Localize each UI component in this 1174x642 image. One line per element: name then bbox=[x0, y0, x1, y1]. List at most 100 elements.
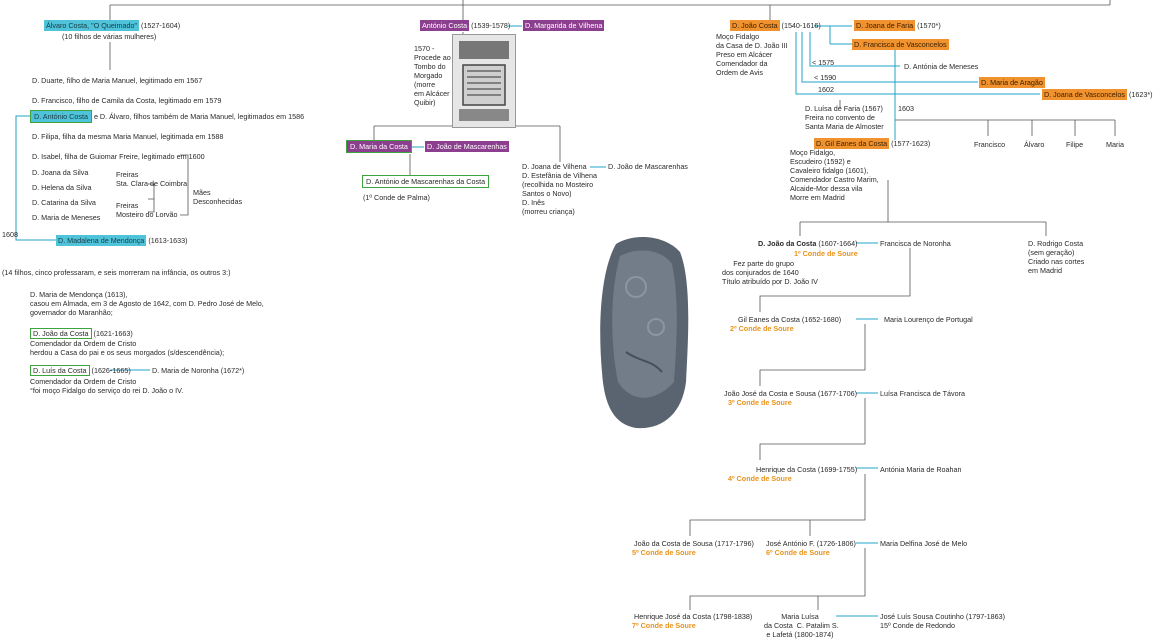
joao3-note: Moço Fidalgo da Casa de D. João III Pres… bbox=[716, 32, 788, 77]
maria-costa-node: D. Maria da Costa bbox=[346, 140, 412, 153]
jose6-spouse: Maria Delfina José de Melo bbox=[880, 539, 968, 548]
henrique4-name: Henrique da Costa (1699-1755) bbox=[756, 465, 858, 474]
joao-note: Comendador da Ordem de Cristo herdou a C… bbox=[30, 339, 225, 357]
antonio-mascarenhas-name: D. António de Mascarenhas da Costa bbox=[362, 175, 490, 188]
doc-note: 1570 - Procede ao Tombo do Morgado (morr… bbox=[414, 44, 451, 107]
rodrigo-costa: D. Rodrigo Costa (sem geração) Criado na… bbox=[1028, 239, 1085, 275]
joao3-dates: (1540-1616) bbox=[781, 21, 821, 30]
luis-name: D. Luís da Costa bbox=[30, 365, 90, 376]
year-1608: 1608 bbox=[2, 230, 18, 239]
kid-maria: Maria bbox=[1106, 140, 1124, 149]
joana-faria-name: D. Joana de Faria bbox=[854, 20, 916, 31]
freiras-coimbra: Freiras Sta. Clara de Coimbra bbox=[116, 170, 188, 188]
luis-dates: (1626-1665) bbox=[91, 366, 131, 375]
catarina-silva: D. Catarina da Silva bbox=[32, 198, 96, 207]
helena-silva: D. Helena da Silva bbox=[32, 183, 92, 192]
antonio-mascarenhas-node: D. António de Mascarenhas da Costa bbox=[362, 175, 490, 188]
conde-palma: (1º Conde de Palma) bbox=[363, 193, 430, 202]
gil2-spouse: Maria Lourenço de Portugal bbox=[884, 315, 973, 324]
joana-faria-dates: (1570*) bbox=[917, 21, 941, 30]
francisco-entry: D. Francisco, filho de Camila da Costa, … bbox=[32, 96, 222, 105]
maes-desconhecidas: Mães Desconhecidas bbox=[193, 188, 243, 206]
joana-vasc-dates: (1623*) bbox=[1128, 90, 1153, 99]
joao5-title: 5º Conde de Soure bbox=[632, 548, 696, 557]
y1602: 1602 bbox=[818, 85, 834, 94]
joana-vasc-node: D. Joana de Vasconcelos (1623*) bbox=[1042, 89, 1153, 100]
antonio-costa-node: António Costa (1539-1578) bbox=[420, 20, 511, 31]
joana-silva: D. Joana da Silva bbox=[32, 168, 89, 177]
henrique7-title: 7º Conde de Soure bbox=[632, 621, 696, 630]
luis-costa-node: D. Luís da Costa (1626-1665) bbox=[30, 365, 131, 376]
alvaro-name: Álvaro Costa, "O Queimado" bbox=[44, 20, 139, 31]
madalena-name: D. Madalena de Mendonça bbox=[56, 235, 147, 246]
margarida-name: D. Margarida de Vilhena bbox=[523, 20, 605, 31]
francisca-node: D. Francisca de Vasconcelos bbox=[852, 39, 949, 50]
antonio-entry: D. António Costa e D. Álvaro, filhos tam… bbox=[30, 110, 305, 123]
maria-aragao-node: D. Maria de Aragão bbox=[979, 77, 1045, 88]
document-image bbox=[452, 34, 516, 128]
joao3-name: D. João Costa bbox=[730, 20, 780, 31]
jose6-title: 6º Conde de Soure bbox=[766, 548, 830, 557]
joao3b-name: João José da Costa e Sousa (1677-1706) bbox=[724, 389, 858, 398]
antonia-meneses: D. Antónia de Meneses bbox=[904, 62, 979, 71]
filipa-entry: D. Filipa, filha da mesma Maria Manuel, … bbox=[32, 132, 224, 141]
gil-note: Moço Fidalgo, Escudeiro (1592) e Cavalei… bbox=[790, 148, 879, 202]
joao-costa-node: D. João da Costa (1621-1663) bbox=[30, 328, 133, 339]
maria-luisa: Maria Luísa da Costa C. Patalim S. e Laf… bbox=[764, 612, 839, 639]
kid-francisco: Francisco bbox=[974, 140, 1006, 149]
henrique4-spouse: Antónia Maria de Roahan bbox=[880, 465, 962, 474]
henrique4-title: 4º Conde de Soure bbox=[728, 474, 792, 483]
madalena-node: D. Madalena de Mendonça (1613-1633) bbox=[56, 235, 188, 246]
maria-mendonca: D. Maria de Mendonça (1613), casou em Al… bbox=[30, 290, 264, 317]
maria-meneses: D. Maria de Meneses bbox=[32, 213, 101, 222]
joana-spouse: D. João de Mascarenhas bbox=[608, 162, 688, 171]
kid-alvaro: Álvaro bbox=[1024, 140, 1045, 149]
isabel-entry: D. Isabel, filha de Guiomar Freire, legi… bbox=[32, 152, 205, 161]
alvaro-dates: (1527-1604) bbox=[141, 21, 181, 30]
henrique7-name: Henrique José da Costa (1798-1838) bbox=[634, 612, 753, 621]
gil-dates: (1577-1623) bbox=[891, 139, 931, 148]
joao-mascarenhas-name: D. João de Mascarenhas bbox=[425, 141, 509, 152]
maria-costa-name: D. Maria da Costa bbox=[346, 140, 412, 153]
joao3b-title: 3º Conde de Soure bbox=[728, 398, 792, 407]
joao1-node: D. João da Costa (1607-1664) bbox=[758, 239, 857, 248]
luis-spouse: D. Maria de Noronha (1672*) bbox=[152, 366, 245, 375]
joana-faria-node: D. Joana de Faria (1570*) bbox=[854, 20, 941, 31]
maria-aragao-name: D. Maria de Aragão bbox=[979, 77, 1045, 88]
stone-image bbox=[596, 232, 692, 434]
filhos-note: (14 filhos, cinco professaram, e seis mo… bbox=[2, 268, 231, 277]
y1603: 1603 bbox=[898, 104, 914, 113]
luis-note: Comendador da Ordem de Cristo °foi moço … bbox=[30, 377, 184, 395]
lt1575: < 1575 bbox=[812, 58, 835, 67]
joao1-title: 1º Conde de Soure bbox=[794, 249, 858, 258]
joana-vasc-name: D. Joana de Vasconcelos bbox=[1042, 89, 1127, 100]
joao3b-spouse: Luísa Francisca de Távora bbox=[880, 389, 965, 398]
madalena-dates: (1613-1633) bbox=[148, 236, 188, 245]
joao1-name: D. João da Costa bbox=[758, 239, 817, 248]
joao-costa3-node: D. João Costa (1540-1616) bbox=[730, 20, 821, 31]
joao-dates: (1621-1663) bbox=[93, 329, 133, 338]
duarte-entry: D. Duarte, filho de Maria Manuel, legiti… bbox=[32, 76, 203, 85]
alvaro-costa-node: Álvaro Costa, "O Queimado" (1527-1604) bbox=[44, 20, 181, 31]
francisca-name: D. Francisca de Vasconcelos bbox=[852, 39, 949, 50]
joao-mascarenhas-node: D. João de Mascarenhas bbox=[425, 141, 509, 152]
freiras-lorvao: Freiras Mosteiro do Lorvão bbox=[116, 201, 178, 219]
antonio-name: D. António Costa bbox=[30, 110, 92, 123]
margarida-node: D. Margarida de Vilhena bbox=[523, 20, 605, 31]
kid-filipe: Filipe bbox=[1066, 140, 1084, 149]
joao1-spouse: Francisca de Noronha bbox=[880, 239, 951, 248]
jose-luis: José Luís Sousa Coutinho (1797-1863) 15º… bbox=[880, 612, 1006, 630]
antonio2-name: António Costa bbox=[420, 20, 470, 31]
joao5-name: João da Costa de Sousa (1717-1796) bbox=[634, 539, 754, 548]
luisa-faria: D. Luísa de Faria (1567) Freira no conve… bbox=[805, 104, 884, 131]
gil2-title: 2º Conde de Soure bbox=[730, 324, 794, 333]
joao1-dates: (1607-1664) bbox=[818, 239, 858, 248]
antonio2-dates: (1539-1578) bbox=[471, 21, 511, 30]
alvaro-note: (10 filhos de várias mulheres) bbox=[62, 32, 157, 41]
jose6-name: José António F. (1726-1806) bbox=[766, 539, 856, 548]
gil2-name: Gil Eanes da Costa (1652-1680) bbox=[738, 315, 842, 324]
antonio-rest: e D. Álvaro, filhos também de Maria Manu… bbox=[93, 112, 305, 121]
gil-eanes-node: D. Gil Eanes da Costa (1577-1623) bbox=[814, 138, 931, 149]
joao1-note: Fez parte do grupo dos conjurados de 164… bbox=[722, 259, 818, 286]
lt1590: < 1590 bbox=[814, 73, 837, 82]
